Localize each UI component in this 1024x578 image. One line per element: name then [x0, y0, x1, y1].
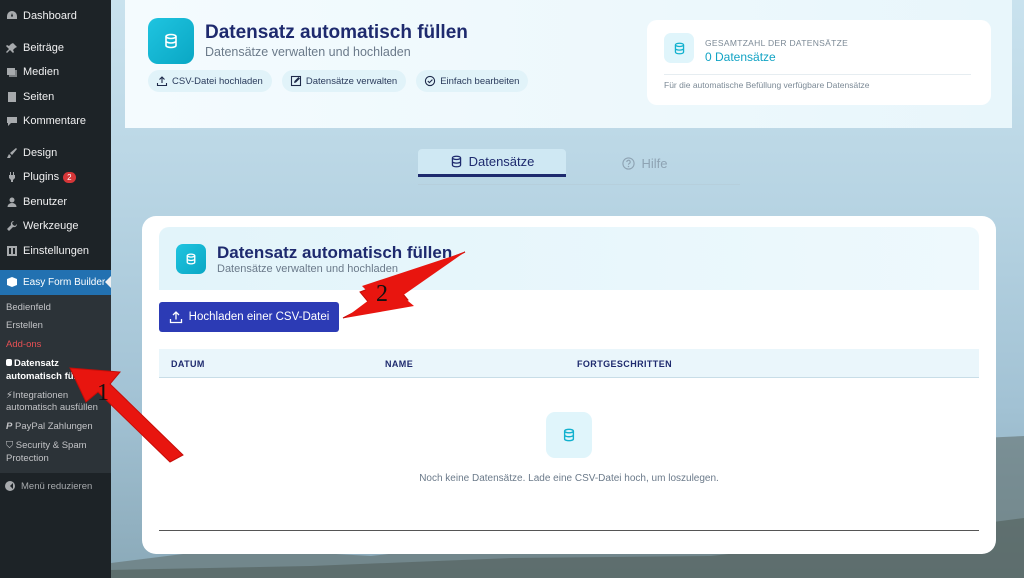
database-icon	[176, 244, 206, 274]
annotation-label-2: 2	[376, 281, 388, 307]
submenu-item-label: PayPal Zahlungen	[14, 421, 93, 433]
paypal-icon: P	[6, 421, 13, 433]
sidebar-item-settings[interactable]: Einstellungen	[0, 239, 111, 264]
page-header: Datensatz automatisch füllen Datensätze …	[125, 0, 1012, 128]
sidebar-item-pages[interactable]: Seiten	[0, 85, 111, 110]
card-subtitle: Datensätze verwalten und hochladen	[217, 263, 399, 275]
upload-button-label: Hochladen einer CSV-Datei	[188, 311, 330, 323]
brush-icon	[5, 146, 19, 160]
sidebar-item-comments[interactable]: Kommentare	[0, 109, 111, 134]
page-title: Datensatz automatisch füllen	[205, 22, 468, 43]
update-count-badge: 2	[63, 171, 76, 183]
column-header-advanced: FORTGESCHRITTEN	[577, 359, 672, 369]
column-header-name: NAME	[385, 359, 414, 369]
sidebar-item-users[interactable]: Benutzer	[0, 190, 111, 215]
sidebar-item-label: Dashboard	[23, 10, 77, 23]
upload-icon	[169, 310, 183, 324]
plugin-icon	[5, 170, 19, 184]
empty-state-database-icon	[546, 412, 592, 458]
database-icon	[6, 358, 12, 366]
database-icon	[664, 33, 694, 63]
wrench-icon	[5, 219, 19, 233]
annotation-label-1: 1	[97, 380, 109, 406]
collapse-menu-button[interactable]: Menü reduzieren	[0, 473, 111, 500]
page-icon	[5, 90, 19, 104]
sidebar-item-label: Benutzer	[23, 195, 68, 208]
media-icon	[5, 65, 19, 79]
pill-label: Datensätze verwalten	[305, 75, 398, 87]
tab-records[interactable]: Datensätze	[418, 149, 566, 177]
upload-icon	[156, 75, 168, 87]
pill-label: Einfach bearbeiten	[440, 75, 520, 87]
submenu-item-label: Security & Spam Protection	[6, 440, 87, 464]
sidebar-item-label: Seiten	[23, 90, 55, 103]
submenu-item-create[interactable]: Erstellen	[0, 317, 111, 336]
table-bottom-border	[159, 530, 979, 531]
help-icon	[622, 156, 636, 170]
comment-icon	[5, 114, 19, 128]
stat-label: GESAMTZAHL DER DATENSÄTZE	[705, 38, 849, 48]
submenu-item-label: Integrationen automatisch ausfüllen	[6, 389, 98, 414]
stat-value: 0 Datensätze	[705, 50, 776, 64]
column-header-date: DATUM	[171, 359, 205, 369]
submenu-item-label: Datensatz automatisch füllen	[6, 357, 90, 382]
stat-note: Für die automatische Befüllung verfügbar…	[664, 80, 870, 90]
records-card: Datensatz automatisch füllen Datensätze …	[142, 216, 996, 554]
sidebar-item-media[interactable]: Medien	[0, 60, 111, 85]
sidebar-item-easy-form-builder[interactable]: Easy Form Builder	[0, 270, 111, 295]
upload-csv-button[interactable]: Hochladen einer CSV-Datei	[159, 302, 339, 332]
pill-easy-edit: Einfach bearbeiten	[416, 70, 529, 92]
sidebar-submenu: Bedienfeld Erstellen Add-ons Datensatz a…	[0, 294, 111, 473]
dashboard-icon	[5, 9, 19, 23]
pill-manage-records: Datensätze verwalten	[281, 70, 407, 92]
sidebar-item-label: Plugins	[23, 171, 60, 184]
sidebar-item-dashboard[interactable]: Dashboard	[0, 4, 111, 29]
pin-icon	[5, 41, 19, 55]
submenu-item-paypal[interactable]: P PayPal Zahlungen	[0, 418, 111, 437]
tab-label: Hilfe	[641, 155, 668, 171]
submenu-item-addons[interactable]: Add-ons	[0, 336, 111, 355]
submenu-item-security[interactable]: ⛉ Security & Spam Protection	[0, 437, 111, 469]
check-circle-icon	[424, 75, 436, 87]
collapse-label: Menü reduzieren	[21, 480, 93, 492]
tab-label: Datensätze	[468, 154, 535, 169]
settings-icon	[5, 244, 19, 258]
edit-icon	[290, 75, 302, 87]
page-subtitle: Datensätze verwalten und hochladen	[205, 45, 411, 59]
pill-label: CSV-Datei hochladen	[172, 75, 263, 87]
collapse-icon	[5, 481, 15, 492]
sidebar-item-posts[interactable]: Beiträge	[0, 36, 111, 61]
submenu-item-dashboard[interactable]: Bedienfeld	[0, 299, 111, 318]
tab-help[interactable]: Hilfe	[600, 149, 690, 177]
card-title: Datensatz automatisch füllen	[217, 243, 453, 262]
user-icon	[5, 195, 19, 209]
database-icon	[450, 155, 463, 168]
sidebar-item-design[interactable]: Design	[0, 141, 111, 166]
feature-pills: CSV-Datei hochladen Datensätze verwalten…	[148, 70, 529, 92]
sidebar-item-label: Easy Form Builder	[23, 276, 106, 288]
form-builder-icon	[5, 275, 19, 289]
shield-icon: ⛉	[6, 440, 14, 451]
sidebar-item-label: Beiträge	[23, 41, 64, 54]
submenu-item-autofill-records[interactable]: Datensatz automatisch füllen	[0, 355, 111, 387]
sidebar-item-label: Werkzeuge	[23, 220, 79, 233]
sidebar-item-label: Medien	[23, 66, 60, 79]
total-records-card: GESAMTZAHL DER DATENSÄTZE 0 Datensätze F…	[647, 20, 991, 105]
sidebar-item-label: Design	[23, 146, 58, 159]
empty-state-message: Noch keine Datensätze. Lade eine CSV-Dat…	[419, 473, 719, 484]
tab-divider	[418, 184, 740, 185]
card-header: Datensatz automatisch füllen Datensätze …	[159, 227, 979, 290]
sidebar-item-tools[interactable]: Werkzeuge	[0, 214, 111, 239]
database-icon	[148, 18, 194, 64]
stat-divider	[664, 74, 971, 75]
plugin-icon: ⚡	[6, 389, 13, 401]
admin-sidebar: Dashboard Beiträge Medien Seiten Komment…	[0, 0, 111, 578]
submenu-item-integrations[interactable]: ⚡Integrationen automatisch ausfüllen	[0, 387, 111, 419]
sidebar-item-plugins[interactable]: Plugins 2	[0, 165, 111, 190]
sidebar-item-label: Kommentare	[23, 115, 86, 128]
records-table-header: DATUM NAME FORTGESCHRITTEN	[159, 349, 979, 378]
pill-upload-csv: CSV-Datei hochladen	[148, 70, 272, 92]
sidebar-item-label: Einstellungen	[23, 244, 90, 257]
